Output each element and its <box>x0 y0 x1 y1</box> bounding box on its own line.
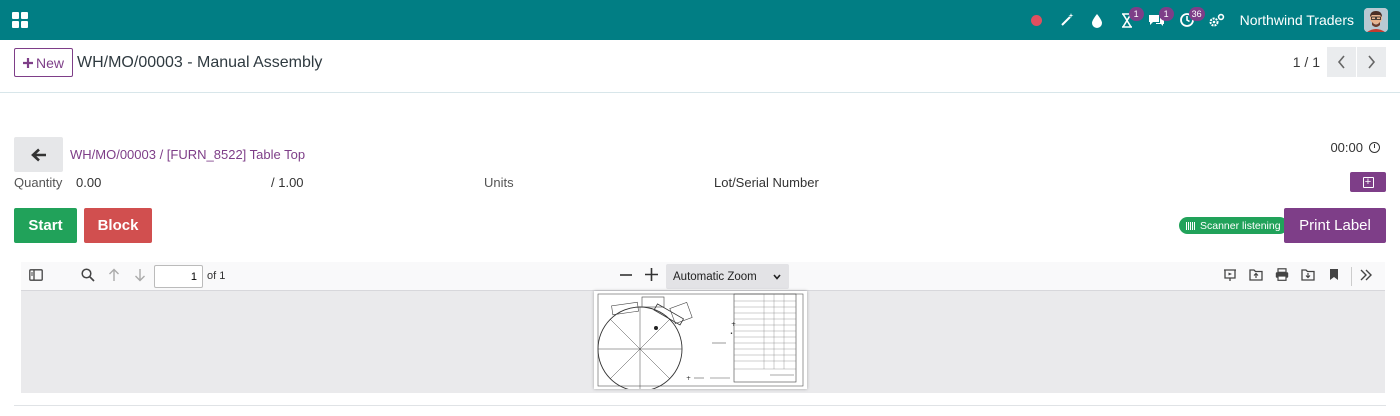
add-component-button[interactable]: + <box>1350 172 1386 192</box>
quantity-done[interactable]: 0.00 <box>76 175 101 190</box>
sidebar-toggle-icon[interactable] <box>28 268 44 284</box>
pager-previous-button[interactable] <box>1327 47 1356 77</box>
zoom-in-icon[interactable] <box>643 268 659 284</box>
zoom-select-value: Automatic Zoom <box>673 270 757 283</box>
lot-serial-label: Lot/Serial Number <box>714 175 819 190</box>
new-button-label: New <box>36 54 65 71</box>
svg-text:+: + <box>686 375 691 382</box>
block-button[interactable]: Block <box>84 208 152 243</box>
recording-icon[interactable] <box>1022 0 1052 40</box>
uom-label: Units <box>484 175 514 190</box>
search-icon[interactable] <box>80 268 96 284</box>
print-label-button[interactable]: Print Label <box>1284 208 1386 243</box>
arrow-left-icon <box>30 148 46 161</box>
workorder-link[interactable]: WH/MO/00003 / [FURN_8522] Table Top <box>70 147 305 162</box>
timer-value: 00:00 <box>1330 140 1363 155</box>
navbar-systray: 1 1 36 Northwind Traders <box>1022 0 1388 40</box>
droplet-icon[interactable] <box>1082 0 1112 40</box>
company-name[interactable]: Northwind Traders <box>1240 12 1354 28</box>
clock-icon <box>1369 142 1380 153</box>
double-chevron-right-icon[interactable] <box>1358 268 1374 284</box>
barcode-icon <box>1186 221 1196 230</box>
quantity-total: / 1.00 <box>271 175 304 190</box>
pdf-page-thumbnail: + • + <box>594 291 807 389</box>
updates-clock-icon[interactable]: 36 <box>1172 0 1205 40</box>
download-icon[interactable] <box>1300 268 1316 284</box>
svg-text:•: • <box>730 331 733 337</box>
pager-next-button[interactable] <box>1357 47 1386 77</box>
start-button[interactable]: Start <box>14 208 77 243</box>
pager-value[interactable]: 1 / 1 <box>1293 54 1320 70</box>
arrow-down-icon[interactable] <box>132 268 148 284</box>
apps-menu-icon[interactable] <box>12 12 28 28</box>
top-navbar: 1 1 36 Northwind Traders <box>0 0 1400 40</box>
new-button[interactable]: New <box>14 48 74 77</box>
print-icon[interactable] <box>1274 268 1290 284</box>
chevron-right-icon <box>1368 55 1376 69</box>
arrow-up-icon[interactable] <box>106 268 122 284</box>
pdf-toolbar: of 1 Automatic Zoom <box>21 262 1385 291</box>
chevron-down-icon <box>773 273 781 280</box>
bookmark-icon[interactable] <box>1326 268 1342 284</box>
magic-wand-icon[interactable] <box>1052 0 1082 40</box>
scanner-status-badge: Scanner listening <box>1179 217 1288 234</box>
back-button[interactable] <box>14 137 63 172</box>
plus-square-icon: + <box>1362 176 1374 188</box>
page-count-label: of 1 <box>207 270 226 282</box>
zoom-out-icon[interactable] <box>618 268 634 284</box>
page-number-input[interactable] <box>154 265 203 288</box>
plus-icon <box>23 57 33 68</box>
zoom-select[interactable]: Automatic Zoom <box>666 264 789 289</box>
toolbar-divider <box>1351 267 1352 286</box>
svg-text:+: + <box>731 321 736 328</box>
bottom-divider <box>14 405 1386 406</box>
workorder-timer: 00:00 <box>1330 140 1380 155</box>
scanner-label: Scanner listening <box>1200 219 1281 232</box>
quantity-label: Quantity <box>14 175 63 190</box>
technical-drawing-image: + • + <box>597 293 804 389</box>
open-file-icon[interactable] <box>1248 268 1264 284</box>
presentation-mode-icon[interactable] <box>1222 268 1238 284</box>
chevron-left-icon <box>1337 55 1345 69</box>
control-panel: New WH/MO/00003 - Manual Assembly 1 / 1 <box>0 40 1400 93</box>
breadcrumb-title: WH/MO/00003 - Manual Assembly <box>77 54 323 71</box>
settings-gears-icon[interactable] <box>1202 0 1232 40</box>
activity-icon[interactable]: 1 <box>1112 0 1144 40</box>
user-avatar[interactable] <box>1364 8 1388 32</box>
messages-icon[interactable]: 1 <box>1142 0 1174 40</box>
pdf-viewer: of 1 Automatic Zoom <box>21 262 1385 393</box>
